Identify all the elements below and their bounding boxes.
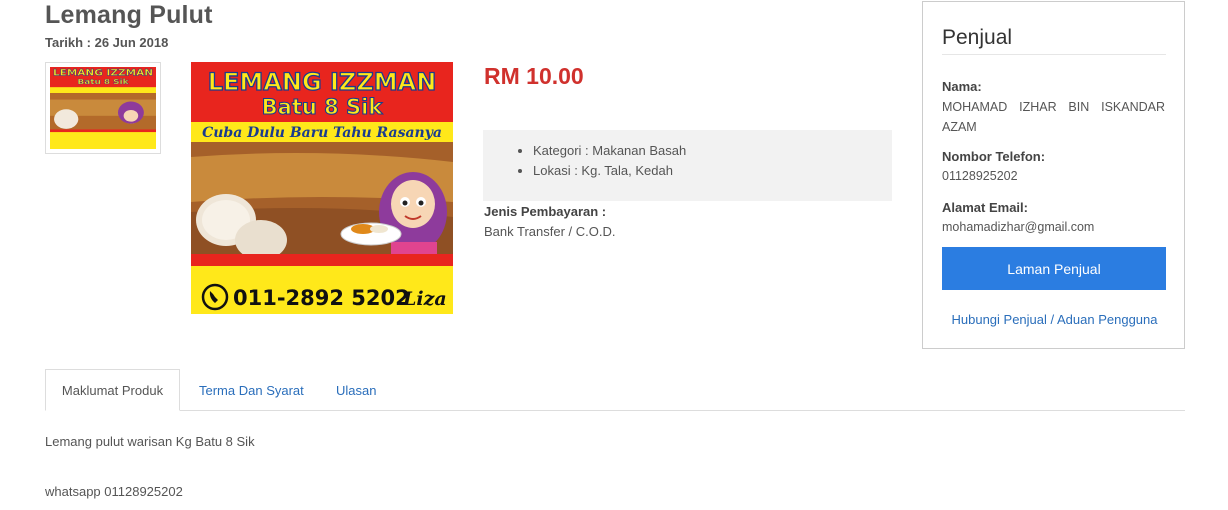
svg-text:Batu 8 Sik: Batu 8 Sik bbox=[77, 78, 129, 86]
payment-label: Jenis Pembayaran : bbox=[484, 204, 607, 219]
payment-value: Bank Transfer / C.O.D. bbox=[484, 224, 616, 239]
banner-tagline: Cuba Dulu Baru Tahu Rasanya bbox=[202, 125, 442, 141]
links-separator: / bbox=[1046, 312, 1058, 327]
detail-category: Kategori : Makanan Basah bbox=[533, 141, 892, 161]
tab-product-info[interactable]: Maklumat Produk bbox=[45, 369, 180, 411]
banner-phone: 011-2892 5202 bbox=[233, 286, 410, 310]
seller-name-label: Nama: bbox=[942, 79, 982, 94]
tab-terms[interactable]: Terma Dan Syarat bbox=[199, 369, 304, 411]
thumbnail-image: LEMANG IZZMAN Batu 8 Sik bbox=[50, 67, 156, 149]
product-date: Tarikh : 26 Jun 2018 bbox=[45, 35, 169, 50]
report-link[interactable]: Aduan Pengguna bbox=[1057, 312, 1157, 327]
seller-divider bbox=[942, 54, 1166, 55]
contact-seller-link[interactable]: Hubungi Penjual bbox=[951, 312, 1046, 327]
banner-name: Liza bbox=[402, 288, 447, 310]
description-line-2: whatsapp 01128925202 bbox=[45, 484, 183, 499]
banner-subtitle: Batu 8 Sik bbox=[262, 95, 384, 119]
seller-phone-value: 01128925202 bbox=[942, 169, 1018, 183]
tab-reviews[interactable]: Ulasan bbox=[336, 369, 376, 411]
seller-page-button[interactable]: Laman Penjual bbox=[942, 247, 1166, 290]
seller-email-value: mohamadizhar@gmail.com bbox=[942, 220, 1095, 234]
banner-title: LEMANG IZZMAN bbox=[208, 68, 437, 96]
seller-links: Hubungi Penjual / Aduan Pengguna bbox=[923, 312, 1186, 327]
seller-heading: Penjual bbox=[942, 26, 1013, 49]
seller-email-label: Alamat Email: bbox=[942, 200, 1028, 215]
product-details: Kategori : Makanan Basah Lokasi : Kg. Ta… bbox=[483, 130, 892, 201]
detail-location: Lokasi : Kg. Tala, Kedah bbox=[533, 161, 892, 181]
product-price: RM 10.00 bbox=[484, 63, 584, 89]
product-main-image[interactable]: LEMANG IZZMAN Batu 8 Sik Cuba Dulu Baru … bbox=[191, 62, 453, 314]
svg-text:LEMANG IZZMAN: LEMANG IZZMAN bbox=[53, 68, 153, 78]
description-line-1: Lemang pulut warisan Kg Batu 8 Sik bbox=[45, 434, 255, 449]
product-thumbnail[interactable]: LEMANG IZZMAN Batu 8 Sik bbox=[45, 62, 161, 154]
seller-phone-label: Nombor Telefon: bbox=[942, 149, 1046, 164]
seller-panel: Penjual Nama: MOHAMAD IZHAR BIN ISKANDAR… bbox=[922, 1, 1185, 349]
product-title: Lemang Pulut bbox=[45, 1, 213, 29]
seller-name-value: MOHAMAD IZHAR BIN ISKANDAR AZAM bbox=[942, 100, 1165, 134]
product-tabs: Maklumat Produk Terma Dan Syarat Ulasan bbox=[45, 369, 1185, 411]
